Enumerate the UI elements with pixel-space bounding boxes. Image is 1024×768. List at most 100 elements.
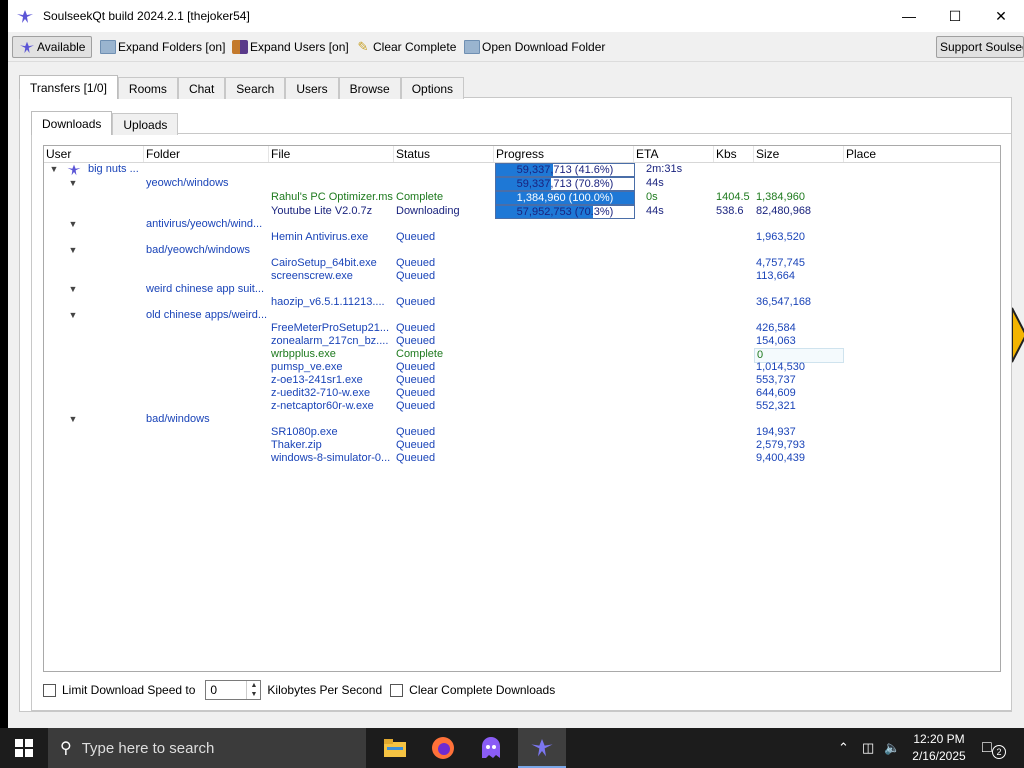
soulseek-window: SoulseekQt build 2024.2.1 [thejoker54] —… [8,0,1024,728]
file-name: pumsp_ve.exe [271,361,343,373]
search-placeholder: Type here to search [81,739,215,757]
file-row[interactable]: windows-8-simulator-0... Queued 9,400,439 [44,452,1000,465]
column-header-progress[interactable]: Progress [494,146,634,162]
downloads-grid[interactable]: User Folder File Status Progress ETA Kbs… [43,145,1001,672]
file-name: FreeMeterProSetup21... [271,322,390,334]
tab-chat[interactable]: Chat [177,77,226,99]
tab-downloads[interactable]: Downloads [31,111,113,135]
expand-toggle-icon[interactable]: ▼ [68,218,78,231]
column-header-place[interactable]: Place [844,146,1000,162]
file-size: 1,014,530 [756,361,805,373]
spin-arrows-icon[interactable]: ▲ ▼ [246,681,260,699]
file-row[interactable]: pumsp_ve.exe Queued 1,014,530 [44,361,1000,374]
file-size: 552,321 [756,400,796,412]
folder-name: bad/yeowch/windows [146,244,250,256]
available-button[interactable]: Available [12,36,93,58]
file-row[interactable]: z-uedit32-710-w.exe Queued 644,609 [44,387,1000,400]
column-header-folder[interactable]: Folder [144,146,269,162]
file-size: 2,579,793 [756,439,805,451]
file-row[interactable]: Hemin Antivirus.exe Queued 1,963,520 [44,231,1000,244]
notification-center-button[interactable]: □ 2 [982,728,1006,768]
window-title: SoulseekQt build 2024.2.1 [thejoker54] [43,9,250,23]
file-row[interactable]: z-oe13-241sr1.exe Queued 553,737 [44,374,1000,387]
file-explorer-icon [384,739,406,757]
file-row[interactable]: screenscrew.exe Queued 113,664 [44,270,1000,283]
file-row[interactable]: wrbpplus.exe Complete 0 [44,348,1000,363]
column-header-kbs[interactable]: Kbs [714,146,754,162]
tab-uploads[interactable]: Uploads [112,113,179,135]
expand-toggle-icon[interactable]: ▼ [49,163,59,176]
tab-users[interactable]: Users [285,77,339,99]
tab-options[interactable]: Options [400,77,465,99]
firefox-taskbar-button[interactable] [419,728,467,768]
taskbar-clock[interactable]: 12:20 PM 2/16/2025 [906,731,972,765]
folder-row[interactable]: ▼ antivirus/yeowch/wind... [44,218,1000,231]
network-icon: ◫ [862,740,875,755]
file-row[interactable]: FreeMeterProSetup21... Queued 426,584 [44,322,1000,335]
expand-folders-button[interactable]: Expand Folders [on] [100,36,225,58]
file-explorer-taskbar-button[interactable] [371,728,419,768]
ghost-app-taskbar-button[interactable] [467,728,515,768]
folder-row[interactable]: ▼ bad/yeowch/windows [44,244,1000,257]
file-row[interactable]: z-netcaptor60r-w.exe Queued 552,321 [44,400,1000,413]
tab-transfers[interactable]: Transfers [1/0] [19,75,118,99]
expand-toggle-icon[interactable]: ▼ [68,244,78,257]
limit-speed-label: Limit Download Speed to [62,683,196,697]
expand-toggle-icon[interactable]: ▼ [68,177,78,190]
folder-row[interactable]: ▼ weird chinese app suit... [44,283,1000,296]
users-icon [232,40,248,54]
clear-complete-label: Clear Complete [373,40,457,54]
network-status[interactable]: ◫ [862,728,874,768]
column-header-size[interactable]: Size [754,146,844,162]
close-button[interactable]: ✕ [978,0,1024,32]
user-row[interactable]: ▼ big nuts ... 59,337,713 (41.6%) 2m:31s [44,163,1000,177]
folder-row[interactable]: ▼ old chinese apps/weird... [44,309,1000,322]
title-bar: SoulseekQt build 2024.2.1 [thejoker54] —… [8,0,1024,32]
taskbar-search[interactable]: ⚲ Type here to search [48,728,366,768]
transfer-eta: 44s [646,205,664,217]
expand-folders-label: Expand Folders [on] [118,40,226,54]
column-header-eta[interactable]: ETA [634,146,714,162]
file-row[interactable]: Rahul's PC Optimizer.msi Complete 1404.5 1,… [44,191,1000,205]
limit-speed-checkbox[interactable] [43,683,56,697]
folder-row[interactable]: ▼ bad/windows [44,413,1000,426]
tab-browse[interactable]: Browse [338,77,401,99]
minimize-button[interactable]: — [886,0,932,32]
expand-toggle-icon[interactable]: ▼ [68,309,78,322]
speed-limit-spinbox[interactable]: 0 ▲ ▼ [205,680,262,700]
clear-complete-button[interactable]: ✎ Clear Complete [355,36,457,58]
show-hidden-icons-button[interactable]: ⌃ [838,728,849,768]
file-row[interactable]: CairoSetup_64bit.exe Queued 4,757,745 [44,257,1000,270]
expand-toggle-icon[interactable]: ▼ [68,283,78,296]
soulseek-bird-icon [17,10,33,23]
expand-users-button[interactable]: Expand Users [on] [232,36,349,58]
support-soulseek-button[interactable]: Support Soulseek [936,36,1024,58]
column-header-file[interactable]: File [269,146,394,162]
transfer-speed: 1404.5 [716,191,750,203]
file-row[interactable]: Thaker.zip Queued 2,579,793 [44,439,1000,452]
file-row[interactable]: haozip_v6.5.1.11213.... Queued 36,547,168 [44,296,1000,309]
maximize-button[interactable]: ☐ [932,0,978,32]
transfer-status: Queued [396,361,436,373]
file-row[interactable]: SR1080p.exe Queued 194,937 [44,426,1000,439]
file-name: windows-8-simulator-0... [271,452,391,464]
start-button[interactable] [0,728,48,768]
file-row[interactable]: Youtube Lite V2.0.7z Downloading 538.6 82,4… [44,205,1000,219]
notification-icon: □ 2 [982,739,1006,759]
expand-toggle-icon[interactable]: ▼ [68,413,78,426]
file-row[interactable]: zonealarm_217cn_bz.... Queued 154,063 [44,335,1000,348]
soulseek-taskbar-button[interactable] [518,728,566,768]
volume-status[interactable]: 🔈 [884,728,900,768]
folder-row[interactable]: ▼ yeowch/windows 59,337,713 (70.8%) 44s [44,177,1000,191]
file-name: SR1080p.exe [271,426,338,438]
column-header-status[interactable]: Status [394,146,494,162]
clear-complete-downloads-checkbox[interactable] [390,683,404,697]
clock-time: 12:20 PM [913,732,965,746]
open-download-folder-button[interactable]: Open Download Folder [464,36,605,58]
transfer-status: Queued [396,452,436,464]
file-size: 36,547,168 [756,296,812,308]
tab-rooms[interactable]: Rooms [117,77,178,99]
column-header-user[interactable]: User [44,146,144,162]
file-name: Youtube Lite V2.0.7z [271,205,373,217]
tab-search[interactable]: Search [225,77,286,99]
